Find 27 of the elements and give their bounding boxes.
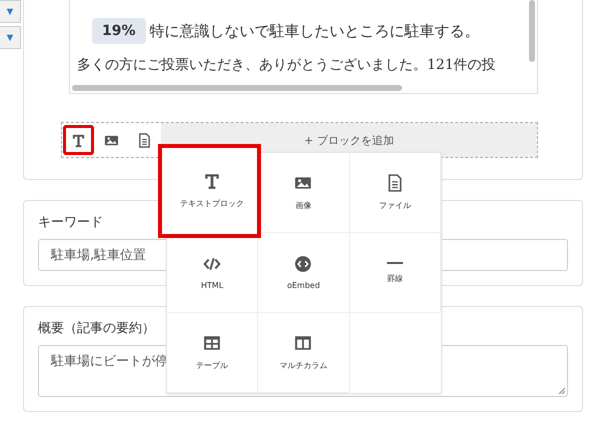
field-label: キーワード [38, 214, 104, 231]
menu-item[interactable]: ファイル [350, 153, 441, 233]
collapse-button[interactable]: ▼ [0, 26, 21, 49]
text-icon [71, 132, 86, 148]
menu-item[interactable]: 画像 [258, 153, 350, 233]
menu-item[interactable]: テキストブロック [161, 147, 258, 235]
collapse-button[interactable]: ▼ [0, 0, 21, 23]
menu-item[interactable]: 罫線 [350, 233, 441, 313]
paragraph: 多くの方にご投票いただき、ありがとうございました。121件の投 [77, 56, 497, 74]
columns-icon [294, 334, 312, 352]
toolbar-button[interactable] [63, 125, 94, 155]
embed-icon [294, 255, 312, 273]
scrollbar[interactable] [529, 0, 535, 62]
menu-item[interactable]: テーブル [167, 313, 258, 393]
text-icon [203, 172, 222, 190]
menu-item[interactable]: oEmbed [258, 233, 350, 313]
resize-handle-icon[interactable] [558, 387, 565, 394]
scrollbar[interactable] [72, 85, 402, 91]
horizontal-rule-icon [386, 261, 404, 265]
field-label: 概要（記事の要約） [38, 320, 156, 337]
menu-item[interactable]: マルチカラム [258, 313, 350, 393]
percent-badge: 19% [92, 18, 146, 44]
document-icon [386, 174, 404, 192]
table-icon [203, 334, 222, 352]
poll-option: 特に意識しないで駐車したいところに駐車する。 [150, 22, 480, 40]
code-icon [203, 255, 222, 273]
document-icon [137, 132, 152, 148]
